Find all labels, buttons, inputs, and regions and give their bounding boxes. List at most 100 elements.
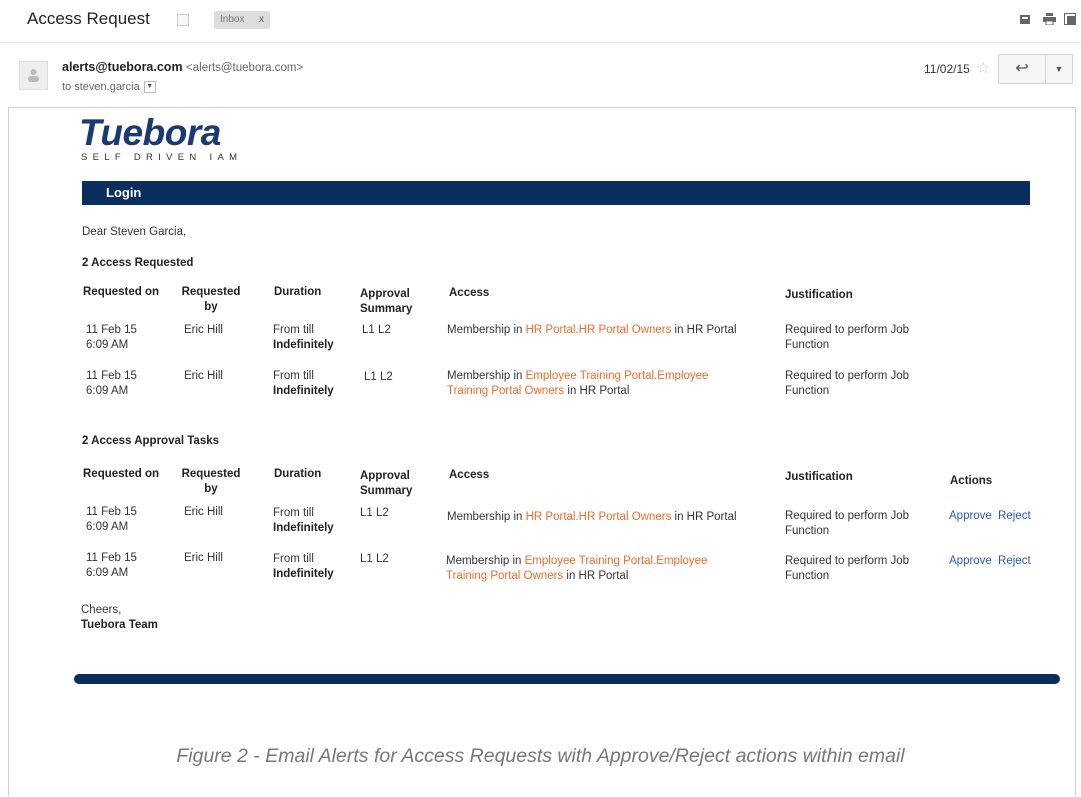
row-access: Membership in HR Portal.HR Portal Owners… bbox=[447, 510, 777, 525]
row-duration: From till Indefinitely bbox=[273, 369, 334, 399]
access-prefix: Membership in bbox=[447, 370, 526, 382]
tuebora-logo: Tuebora bbox=[79, 112, 221, 153]
signoff: Cheers, Tuebora Team bbox=[81, 603, 158, 633]
footer-bar bbox=[74, 674, 1060, 684]
row-requested-by: Eric Hill bbox=[184, 506, 223, 518]
access-link[interactable]: Employee Training Portal.Employee bbox=[526, 370, 709, 382]
row-time: 6:09 AM bbox=[86, 567, 129, 579]
access-link[interactable]: HR Portal.HR Portal Owners bbox=[526, 324, 672, 336]
new-window-icon[interactable] bbox=[1063, 13, 1077, 27]
col-approval-line2: Summary bbox=[360, 303, 413, 315]
row-duration-line2: Indefinitely bbox=[273, 339, 334, 351]
row-duration-line2: Indefinitely bbox=[273, 385, 334, 397]
section-access-requested-title: 2 Access Requested bbox=[82, 257, 194, 269]
row-approval: L1 L2 bbox=[362, 324, 391, 336]
col-approval-summary: Approval Summary bbox=[360, 287, 412, 317]
sender-name[interactable]: alerts@tuebora.com bbox=[62, 60, 183, 74]
col-requested-by: Requested by bbox=[180, 285, 242, 315]
row-requested-by: Eric Hill bbox=[184, 552, 223, 564]
access-prefix: Membership in bbox=[447, 511, 526, 523]
row-time: 6:09 AM bbox=[86, 521, 129, 533]
col-requested-by-line2: by bbox=[204, 301, 218, 313]
col-approval-line1: Approval bbox=[360, 288, 410, 300]
access-prefix: Membership in bbox=[446, 555, 525, 567]
row-time: 6:09 AM bbox=[86, 339, 129, 351]
table-row: 11 Feb 15 6:09 AM bbox=[86, 505, 137, 535]
message-toolbar bbox=[0, 0, 1081, 43]
access-link-cont[interactable]: Training Portal Owners bbox=[446, 570, 563, 582]
sender-line: alerts@tuebora.com <alerts@tuebora.com> bbox=[62, 60, 303, 74]
star-icon[interactable]: ☆ bbox=[976, 58, 990, 78]
col-access: Access bbox=[449, 469, 490, 481]
show-details-icon[interactable]: ▼ bbox=[143, 81, 156, 94]
col-approval-summary: Approval Summary bbox=[360, 469, 412, 499]
row-access: Membership in HR Portal.HR Portal Owners… bbox=[447, 323, 777, 338]
access-suffix: in HR Portal bbox=[563, 570, 629, 582]
reply-icon: ↩ bbox=[1015, 60, 1029, 77]
col-requested-on: Requested on bbox=[83, 286, 160, 298]
row-duration-line1: From till bbox=[273, 324, 314, 336]
col-approval-line2: Summary bbox=[360, 485, 413, 497]
col-requested-by-line1: Requested bbox=[181, 286, 241, 298]
justification-line1: Required to perform Job bbox=[785, 370, 910, 382]
justification-line1: Required to perform Job bbox=[785, 555, 910, 567]
more-options-button[interactable]: ▼ bbox=[1045, 54, 1073, 84]
access-link-cont[interactable]: Training Portal Owners bbox=[447, 385, 564, 397]
row-date: 11 Feb 15 bbox=[86, 370, 137, 382]
reply-button[interactable]: ↩ bbox=[998, 54, 1046, 84]
row-time: 6:09 AM bbox=[86, 385, 129, 397]
approve-link[interactable]: Approve bbox=[949, 555, 992, 567]
sender-address: <alerts@tuebora.com> bbox=[186, 62, 304, 74]
row-duration-line2: Indefinitely bbox=[273, 522, 334, 534]
col-justification: Justification bbox=[785, 471, 853, 483]
print-icon[interactable] bbox=[1042, 13, 1056, 27]
recipient-text: to steven.garcia bbox=[62, 81, 140, 93]
row-justification: Required to perform Job Function bbox=[785, 323, 909, 353]
col-approval-line1: Approval bbox=[360, 470, 410, 482]
reject-link[interactable]: Reject bbox=[998, 555, 1031, 567]
row-justification: Required to perform Job Function bbox=[785, 369, 909, 399]
col-actions: Actions bbox=[950, 475, 993, 487]
row-actions: Approve Reject bbox=[949, 509, 1031, 524]
row-duration-line1: From till bbox=[273, 507, 314, 519]
col-justification: Justification bbox=[785, 289, 853, 301]
remove-label-icon[interactable]: x bbox=[259, 11, 264, 29]
row-approval: L1 L2 bbox=[360, 507, 389, 519]
row-date: 11 Feb 15 bbox=[86, 552, 137, 564]
row-duration-line1: From till bbox=[273, 370, 314, 382]
col-requested-by: Requested by bbox=[180, 467, 242, 497]
col-requested-by-line2: by bbox=[204, 483, 218, 495]
logo-tagline: SELF DRIVEN IAM bbox=[81, 152, 243, 163]
row-justification: Required to perform Job Function bbox=[785, 509, 909, 539]
table-row: 11 Feb 15 6:09 AM bbox=[86, 369, 137, 399]
important-marker-icon[interactable] bbox=[177, 14, 189, 26]
inbox-label-text: Inbox bbox=[220, 14, 245, 25]
inbox-label-chip[interactable]: Inbox x bbox=[214, 11, 270, 29]
signoff-cheers: Cheers, bbox=[81, 604, 122, 616]
access-link[interactable]: Employee Training Portal.Employee bbox=[525, 555, 708, 567]
approve-link[interactable]: Approve bbox=[949, 510, 992, 522]
chevron-down-icon: ▼ bbox=[1054, 64, 1064, 74]
archive-icon[interactable] bbox=[1018, 13, 1032, 27]
row-duration-line2: Indefinitely bbox=[273, 568, 334, 580]
recipient-line: to steven.garcia ▼ bbox=[62, 81, 156, 94]
col-duration: Duration bbox=[274, 468, 322, 480]
justification-line2: Function bbox=[785, 525, 830, 537]
access-suffix: in HR Portal bbox=[671, 511, 737, 523]
table-row: 11 Feb 15 6:09 AM bbox=[86, 323, 137, 353]
sender-avatar bbox=[19, 61, 48, 90]
login-link[interactable]: Login bbox=[106, 185, 141, 200]
section-approval-tasks-title: 2 Access Approval Tasks bbox=[82, 435, 220, 447]
col-access: Access bbox=[449, 287, 490, 299]
reject-link[interactable]: Reject bbox=[998, 510, 1031, 522]
access-link[interactable]: HR Portal.HR Portal Owners bbox=[526, 511, 672, 523]
row-actions: Approve Reject bbox=[949, 554, 1031, 569]
greeting: Dear Steven Garcia, bbox=[82, 226, 187, 238]
row-duration: From till Indefinitely bbox=[273, 506, 334, 536]
col-duration: Duration bbox=[274, 286, 322, 298]
row-access: Membership in Employee Training Portal.E… bbox=[447, 369, 777, 399]
message-date: 11/02/15 bbox=[924, 62, 970, 76]
email-body-frame bbox=[8, 107, 1076, 796]
row-justification: Required to perform Job Function bbox=[785, 554, 909, 584]
col-requested-on: Requested on bbox=[83, 468, 160, 480]
